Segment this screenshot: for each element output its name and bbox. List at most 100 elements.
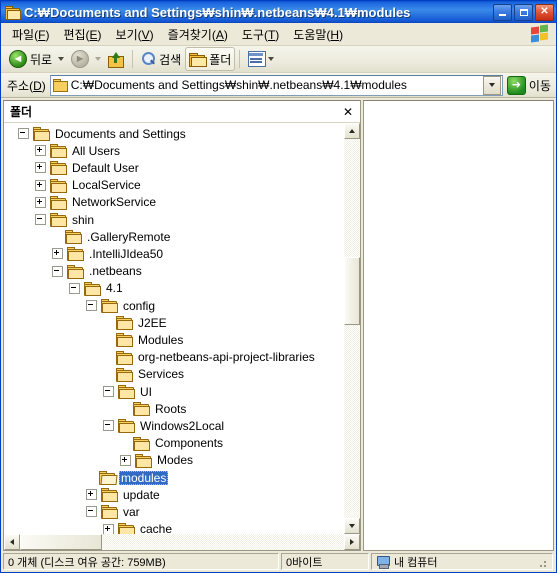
tree-item-label: org-netbeans-api-project-libraries — [138, 350, 315, 365]
folder-icon — [116, 316, 133, 331]
tree-item[interactable]: UI — [4, 383, 154, 400]
vscroll-track[interactable] — [344, 139, 360, 518]
search-button[interactable]: 검색 — [137, 47, 185, 71]
back-button[interactable]: ◄ 뒤로 — [5, 47, 56, 71]
folder-icon — [133, 402, 150, 417]
tree-item[interactable]: cache — [4, 521, 174, 534]
tree-item[interactable]: org-netbeans-api-project-libraries — [4, 349, 317, 366]
expand-icon[interactable] — [35, 162, 46, 174]
tree-item[interactable]: All Users — [4, 142, 122, 159]
tree-item-label: UI — [140, 384, 152, 399]
folders-pane-close-icon[interactable]: ✕ — [341, 105, 355, 119]
expand-icon[interactable] — [86, 489, 97, 501]
tree-item[interactable]: Modes — [4, 452, 195, 469]
menu-file[interactable]: 파일(F) — [5, 24, 56, 45]
scroll-down-button[interactable] — [344, 518, 360, 534]
hscroll-thumb[interactable] — [20, 534, 102, 550]
tree-item[interactable]: modules — [4, 469, 169, 486]
tree-horizontal-scrollbar[interactable] — [4, 534, 360, 550]
collapse-icon[interactable] — [86, 506, 97, 518]
tree-item[interactable]: Components — [4, 435, 225, 452]
up-button[interactable] — [104, 47, 128, 71]
go-label: 이동 — [528, 78, 551, 93]
tree-item[interactable]: 4.1 — [4, 280, 125, 297]
tree-vertical-scrollbar[interactable] — [343, 123, 360, 534]
hscroll-track[interactable] — [20, 534, 344, 550]
expand-icon[interactable] — [35, 145, 46, 157]
file-list-pane[interactable] — [363, 100, 554, 551]
scroll-right-button[interactable] — [344, 534, 360, 550]
tree-item[interactable]: Default User — [4, 159, 141, 176]
folder-tree[interactable]: Documents and Settings All Users Default U… — [4, 123, 343, 534]
scroll-up-button[interactable] — [344, 123, 360, 139]
folder-icon — [118, 385, 135, 399]
tree-item-label: Services — [138, 367, 185, 382]
menu-help[interactable]: 도움말(H) — [286, 24, 350, 45]
collapse-icon[interactable] — [69, 282, 80, 294]
tree-scroll-area: Documents and Settings All Users Default U… — [4, 123, 360, 534]
tree-item[interactable]: Documents and Settings — [4, 125, 188, 142]
address-dropdown-button[interactable] — [482, 75, 501, 95]
collapse-icon[interactable] — [86, 300, 97, 311]
back-dropdown-icon[interactable] — [58, 57, 65, 61]
menu-tools[interactable]: 도구(T) — [235, 24, 286, 45]
forward-button[interactable]: ► — [67, 47, 93, 71]
window-folder-icon — [4, 5, 21, 20]
close-button[interactable]: ✕ — [535, 3, 554, 21]
toolbar-separator-2 — [239, 50, 241, 68]
expand-icon[interactable] — [35, 179, 46, 191]
tree-item[interactable]: config — [4, 297, 157, 314]
tree-item[interactable]: Modules — [4, 331, 185, 348]
tree-item[interactable]: Windows2Local — [4, 417, 226, 434]
tree-item[interactable]: J2EE — [4, 314, 169, 331]
go-button[interactable]: ➜ 이동 — [503, 75, 553, 95]
folder-icon — [101, 505, 118, 520]
vscroll-thumb[interactable] — [344, 257, 360, 325]
menu-favorites[interactable]: 즐겨찾기(A) — [161, 24, 235, 45]
views-dropdown-icon[interactable] — [268, 57, 275, 61]
tree-item-label: Roots — [155, 401, 187, 416]
expand-icon[interactable] — [120, 454, 131, 466]
folders-button[interactable]: 폴더 — [185, 47, 236, 71]
scroll-left-button[interactable] — [4, 534, 20, 550]
expand-icon[interactable] — [35, 196, 46, 208]
tree-item[interactable]: .netbeans — [4, 263, 144, 280]
tree-item[interactable]: LocalService — [4, 177, 143, 194]
back-arrow-icon: ◄ — [9, 50, 27, 68]
expand-icon[interactable] — [103, 523, 114, 534]
status-bar: 0 개체 (디스크 여유 공간: 759MB) 0바이트 내 컴퓨터 — [1, 551, 556, 572]
views-button[interactable] — [244, 47, 281, 71]
title-bar: C:₩Documents and Settings₩shin₩.netbeans… — [1, 1, 556, 23]
toolbar-separator — [132, 50, 134, 68]
tree-item[interactable]: update — [4, 486, 162, 503]
menu-edit[interactable]: 편집(E) — [56, 24, 108, 45]
tree-item[interactable]: .GalleryRemote — [4, 228, 172, 245]
maximize-button[interactable] — [514, 3, 533, 21]
folder-icon — [67, 264, 84, 279]
collapse-icon[interactable] — [18, 128, 29, 139]
collapse-icon[interactable] — [103, 386, 114, 397]
folder-icon — [118, 522, 135, 534]
resize-grip[interactable] — [534, 557, 548, 569]
expand-icon[interactable] — [52, 248, 63, 260]
tree-item[interactable]: Roots — [4, 400, 188, 417]
collapse-icon[interactable] — [103, 420, 114, 432]
tree-item[interactable]: NetworkService — [4, 194, 158, 211]
collapse-icon[interactable] — [35, 214, 46, 225]
tree-item[interactable]: shin — [4, 211, 96, 228]
tree-item[interactable]: .IntelliJIdea50 — [4, 245, 165, 262]
tree-item[interactable]: var — [4, 503, 142, 520]
forward-dropdown-icon[interactable] — [95, 57, 102, 61]
folder-icon — [101, 299, 118, 313]
folders-pane-title: 폴더 — [10, 105, 33, 119]
folder-icon — [101, 488, 118, 503]
up-folder-icon — [108, 51, 125, 68]
menu-view[interactable]: 보기(V) — [109, 24, 161, 45]
minimize-button[interactable] — [493, 3, 512, 21]
tree-item[interactable]: Services — [4, 366, 186, 383]
address-input[interactable]: C:₩Documents and Settings₩shin₩.netbeans… — [49, 74, 503, 96]
address-label: 주소(D) — [7, 78, 46, 93]
collapse-icon[interactable] — [52, 265, 63, 277]
